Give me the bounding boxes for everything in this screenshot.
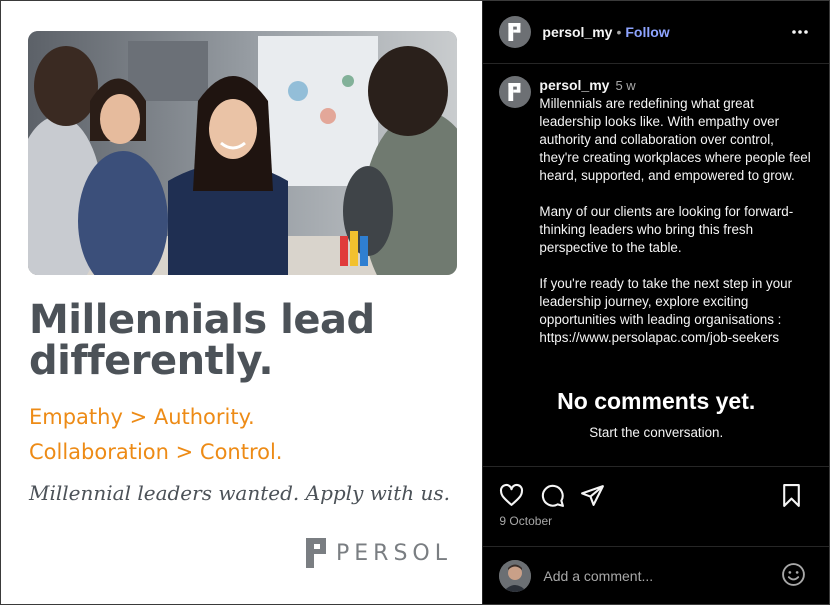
team-meeting-photo: [28, 31, 457, 275]
caption: persol_my 5 w Millennials are redefining …: [499, 76, 814, 347]
share-icon[interactable]: [580, 483, 605, 508]
caption-time[interactable]: 5 w: [615, 78, 635, 93]
caption-paragraph: If you're ready to take the next step in…: [539, 276, 793, 345]
persol-mark-icon: [306, 538, 326, 568]
tagline-empathy: Empathy > Authority.: [29, 405, 255, 429]
post-cta: Millennial leaders wanted. Apply with us…: [29, 481, 451, 505]
post-header: persol_my • Follow: [483, 1, 829, 64]
no-comments-subtitle: Start the conversation.: [589, 425, 724, 440]
user-avatar[interactable]: [499, 559, 532, 592]
follow-button[interactable]: Follow: [625, 24, 669, 40]
caption-username[interactable]: persol_my: [539, 77, 609, 93]
comment-icon[interactable]: [540, 483, 565, 508]
heart-icon[interactable]: [499, 483, 524, 508]
tagline-collaboration: Collaboration > Control.: [29, 440, 283, 464]
post-headline: Millennials lead differently.: [29, 297, 375, 384]
post-image[interactable]: Millennials lead differently. Empathy > …: [1, 1, 483, 604]
emoji-icon[interactable]: [781, 562, 806, 587]
comment-bar: [483, 546, 829, 604]
more-horizontal-icon[interactable]: [791, 23, 809, 41]
caption-paragraph: Many of our clients are looking for forw…: [539, 204, 794, 255]
separator-dot: •: [616, 24, 622, 40]
caption-body: persol_my 5 w Millennials are redefining …: [539, 76, 814, 347]
caption-meta: persol_my 5 w: [539, 76, 814, 95]
author-avatar[interactable]: [499, 16, 532, 48]
persol-logo: PERSOL: [306, 538, 452, 568]
brand-name: PERSOL: [336, 540, 452, 566]
comment-input[interactable]: [543, 567, 754, 584]
post-sidebar: persol_my • Follow persol_my 5 w Millenn…: [482, 1, 829, 604]
post-modal: Millennials lead differently. Empathy > …: [0, 0, 830, 605]
post-date[interactable]: 9 October: [499, 514, 552, 528]
caption-paragraph: Millennials are redefining what great le…: [539, 96, 811, 183]
action-bar: 9 October: [483, 466, 829, 546]
no-comments-title: No comments yet.: [557, 388, 756, 414]
persol-avatar-icon: [508, 23, 521, 41]
author-username[interactable]: persol_my: [542, 24, 612, 40]
bookmark-icon[interactable]: [779, 483, 804, 508]
caption-avatar[interactable]: [499, 76, 532, 108]
persol-avatar-icon: [508, 83, 521, 101]
